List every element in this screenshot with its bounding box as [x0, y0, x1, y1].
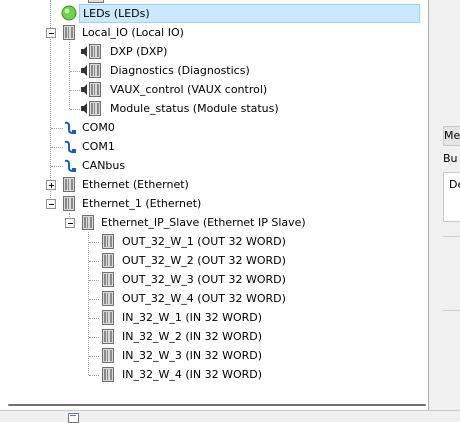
- tree-item-label: COM1: [82, 140, 115, 153]
- io-module-icon: [102, 253, 114, 268]
- tree-item-label: OUT_32_W_1 (OUT 32 WORD): [122, 235, 286, 248]
- panel-tab-label: Me: [444, 129, 460, 142]
- horizontal-scrollbar-thumb[interactable]: [8, 404, 426, 406]
- tree-item-label: Ethernet_1 (Ethernet): [82, 197, 202, 210]
- tree-line: [89, 318, 99, 319]
- tree-item-label: OUT_32_W_4 (OUT 32 WORD): [122, 292, 286, 305]
- io-module-icon: [63, 196, 75, 211]
- io-channel-icon: [81, 44, 101, 59]
- tree-item-leds[interactable]: LEDs (LEDs): [0, 4, 428, 23]
- tree-item-label: Ethernet (Ethernet): [82, 178, 189, 191]
- tree-item-label: Diagnostics (Diagnostics): [110, 64, 250, 77]
- expand-toggle[interactable]: [46, 180, 56, 190]
- tree-item-label: OUT_32_W_2 (OUT 32 WORD): [122, 254, 286, 267]
- tree-line: [89, 261, 99, 262]
- page-icon: [68, 413, 79, 423]
- io-module-icon: [102, 310, 114, 325]
- tree-line: [70, 109, 80, 110]
- io-module-icon: [102, 272, 114, 287]
- bottom-tab-strip: [0, 410, 460, 423]
- io-module-icon: [102, 291, 114, 306]
- horizontal-scrollbar[interactable]: [0, 398, 428, 408]
- tree-item-label: CANbus: [82, 159, 126, 172]
- panel-tab-1[interactable]: Me: [443, 126, 460, 146]
- tree-item-label: DXP (DXP): [110, 45, 168, 58]
- io-channel-icon: [81, 63, 101, 78]
- tree-line: [89, 242, 99, 243]
- tree-line: [70, 71, 80, 72]
- tree-item-label: OUT_32_W_3 (OUT 32 WORD): [122, 273, 286, 286]
- tree-line: [51, 147, 63, 148]
- io-channel-icon: [81, 101, 101, 116]
- divider: [443, 310, 460, 311]
- tree-item-label: LEDs (LEDs): [79, 4, 420, 23]
- panel-tab-label: Bu: [443, 152, 458, 165]
- serial-port-icon: [64, 140, 76, 153]
- device-tree[interactable]: LEDs (LEDs) Local_IO (Local IO) DXP (DXP…: [0, 0, 428, 405]
- tree-item-label: COM0: [82, 121, 115, 134]
- tree-line: [89, 337, 99, 338]
- io-module-icon: [82, 215, 94, 230]
- tree-line: [89, 375, 99, 376]
- serial-port-icon: [64, 121, 76, 134]
- tree-line: [51, 166, 63, 167]
- io-module-icon: [102, 367, 114, 382]
- partial-tree-icon: [88, 0, 104, 3]
- tree-item-label: Module_status (Module status): [110, 102, 279, 115]
- tree-line: [89, 280, 99, 281]
- tree-line: [89, 356, 99, 357]
- collapse-toggle[interactable]: [46, 28, 56, 38]
- io-module-icon: [102, 234, 114, 249]
- serial-port-icon: [64, 159, 76, 172]
- panel-cell: De: [449, 178, 460, 191]
- tree-line: [88, 232, 89, 375]
- io-module-icon: [102, 348, 114, 363]
- io-module-icon: [102, 329, 114, 344]
- io-channel-icon: [81, 82, 101, 97]
- tree-line: [51, 128, 63, 129]
- tree-item-label: IN_32_W_3 (IN 32 WORD): [122, 349, 263, 362]
- panel-divider[interactable]: [428, 0, 429, 421]
- tree-item-label: Local_IO (Local IO): [82, 26, 184, 39]
- collapse-toggle[interactable]: [46, 199, 56, 209]
- io-module-icon: [63, 177, 75, 192]
- leds-status-icon: [61, 5, 77, 21]
- tree-item-label: Ethernet_IP_Slave (Ethernet IP Slave): [101, 216, 306, 229]
- tree-item-label: IN_32_W_2 (IN 32 WORD): [122, 330, 263, 343]
- divider: [443, 236, 460, 237]
- tree-line: [70, 90, 80, 91]
- panel-tab-2[interactable]: Bu: [443, 150, 460, 168]
- tree-item-label: IN_32_W_4 (IN 32 WORD): [122, 368, 263, 381]
- tree-line: [89, 299, 99, 300]
- tree-item-label: VAUX_control (VAUX control): [110, 83, 268, 96]
- tree-line: [69, 42, 70, 109]
- collapse-toggle[interactable]: [65, 218, 75, 228]
- io-module-icon: [63, 25, 75, 40]
- tree-item-label: IN_32_W_1 (IN 32 WORD): [122, 311, 263, 324]
